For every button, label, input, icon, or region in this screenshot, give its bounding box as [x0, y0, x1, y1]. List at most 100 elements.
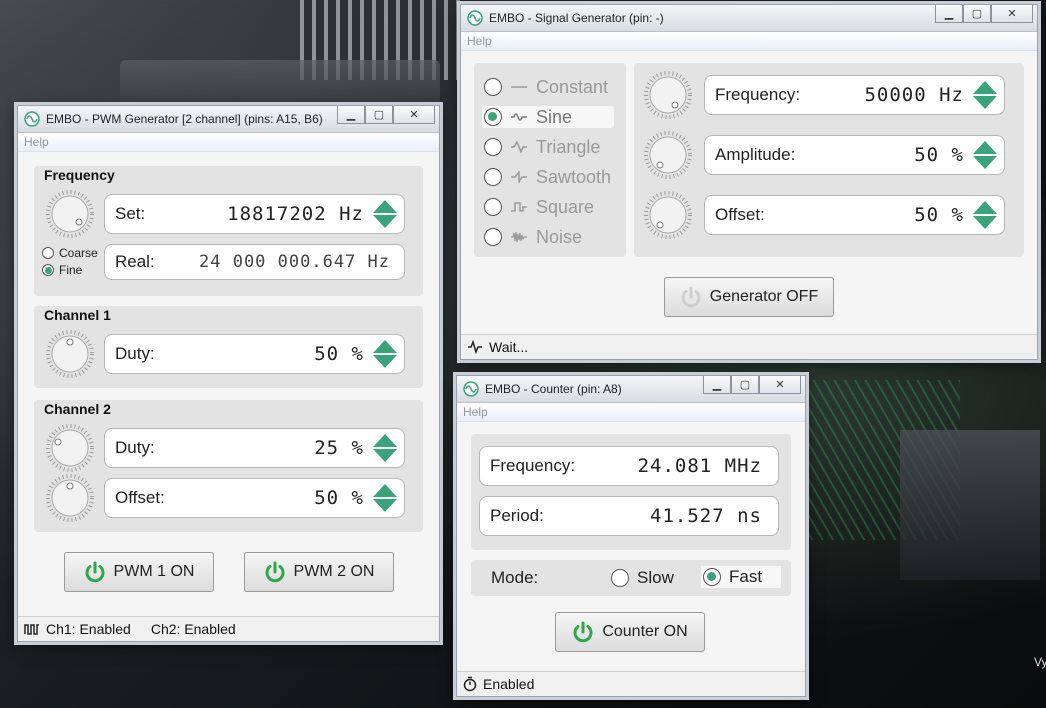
coarse-option[interactable]: Coarse — [42, 246, 98, 260]
counter-titlebar[interactable]: EMBO - Counter (pin: A8) ▁ ▢ ✕ — [457, 376, 805, 403]
amplitude-knob[interactable] — [640, 131, 696, 179]
ch2-offset-spin-buttons[interactable] — [372, 481, 398, 515]
radio-noise[interactable] — [484, 228, 502, 246]
ch2-duty-field[interactable]: Duty: 25 % — [104, 428, 405, 468]
spin-up-icon[interactable] — [373, 434, 397, 447]
slow-label: Slow — [637, 568, 674, 587]
counter-window: EMBO - Counter (pin: A8) ▁ ▢ ✕ Help Freq… — [456, 375, 806, 697]
amplitude-spin-buttons[interactable] — [972, 138, 998, 172]
offset-field[interactable]: Offset: 50 % — [704, 195, 1005, 235]
ch1-duty-field[interactable]: Duty: 50 % — [104, 334, 405, 374]
counter-frequency-value: 24.081 MHz — [637, 455, 762, 477]
ch1-spin-buttons[interactable] — [372, 337, 398, 371]
signal-generator-window: EMBO - Signal Generator (pin: -) ▁ ▢ ✕ H… — [460, 4, 1038, 360]
set-frequency-field[interactable]: Set: 18817202 Hz — [104, 194, 405, 234]
spin-down-icon[interactable] — [373, 215, 397, 228]
desktop-decoration — [300, 0, 460, 80]
counter-toggle-button[interactable]: Counter ON — [555, 612, 705, 652]
radio-triangle[interactable] — [484, 138, 502, 156]
spin-down-icon[interactable] — [973, 96, 997, 109]
spin-up-icon[interactable] — [373, 200, 397, 213]
mode-option-slow[interactable]: Slow — [611, 568, 674, 588]
minimize-icon[interactable]: ▁ — [337, 106, 365, 124]
maximize-icon[interactable]: ▢ — [963, 5, 991, 23]
set-spin-buttons[interactable] — [372, 197, 398, 231]
generator-toggle-button[interactable]: Generator OFF — [664, 277, 834, 317]
spin-down-icon[interactable] — [373, 449, 397, 462]
ch2-offset-knob[interactable] — [42, 474, 98, 522]
pwm2-toggle-button[interactable]: PWM 2 ON — [244, 552, 394, 592]
radio-constant[interactable] — [484, 78, 502, 96]
maximize-icon[interactable]: ▢ — [731, 376, 759, 394]
amplitude-field[interactable]: Amplitude: 50 % — [704, 135, 1005, 175]
set-value[interactable]: 18817202 Hz — [227, 203, 372, 225]
radio-square[interactable] — [484, 198, 502, 216]
frequency-knob[interactable] — [42, 190, 98, 238]
mode-group: Mode: Slow Fast — [471, 560, 791, 596]
ch2-duty-value[interactable]: 25 % — [314, 437, 372, 459]
counter-readout-group: Frequency: 24.081 MHz Period: 41.527 ns — [471, 434, 791, 550]
menu-help[interactable]: Help — [461, 32, 1037, 51]
ch2-offset-field[interactable]: Offset: 50 % — [104, 478, 405, 518]
spin-down-icon[interactable] — [373, 499, 397, 512]
offset-knob[interactable] — [640, 191, 696, 239]
ch2-duty-knob[interactable] — [42, 424, 98, 472]
waveform-option-triangle[interactable]: Triangle — [484, 135, 600, 159]
ch2-duty-spin-buttons[interactable] — [372, 431, 398, 465]
close-icon[interactable]: ✕ — [393, 106, 435, 124]
coarse-label: Coarse — [59, 246, 98, 260]
sig-titlebar[interactable]: EMBO - Signal Generator (pin: -) ▁ ▢ ✕ — [461, 5, 1037, 32]
waveform-option-noise[interactable]: Noise — [484, 225, 582, 249]
spin-up-icon[interactable] — [973, 81, 997, 94]
constant-wave-icon — [511, 86, 527, 88]
minimize-icon[interactable]: ▁ — [703, 376, 731, 394]
spin-up-icon[interactable] — [373, 340, 397, 353]
ch1-duty-value[interactable]: 50 % — [314, 343, 372, 365]
waveform-option-sine[interactable]: Sine — [484, 105, 572, 129]
minimize-icon[interactable]: ▁ — [935, 5, 963, 23]
spin-down-icon[interactable] — [973, 216, 997, 229]
amplitude-value[interactable]: 50 % — [914, 144, 972, 166]
offset-value[interactable]: 50 % — [914, 204, 972, 226]
spin-up-icon[interactable] — [373, 484, 397, 497]
ch2-offset-value[interactable]: 50 % — [314, 487, 372, 509]
mode-option-fast[interactable]: Fast — [701, 566, 781, 588]
pwm-wave-icon — [24, 624, 39, 635]
menu-help[interactable]: Help — [457, 403, 805, 422]
fine-option[interactable]: Fine — [42, 263, 82, 277]
spin-down-icon[interactable] — [973, 156, 997, 169]
ch1-duty-knob[interactable] — [42, 330, 98, 378]
radio-fast[interactable] — [703, 568, 721, 586]
coarse-radio[interactable] — [42, 247, 54, 259]
window-title: EMBO - PWM Generator [2 channel] (pins: … — [46, 112, 323, 126]
radio-sawtooth[interactable] — [484, 168, 502, 186]
frequency-value[interactable]: 50000 Hz — [864, 84, 972, 106]
offset-label: Offset: — [715, 205, 765, 224]
waveform-option-square[interactable]: Square — [484, 195, 594, 219]
close-icon[interactable]: ✕ — [991, 5, 1033, 23]
fine-radio[interactable] — [42, 264, 54, 276]
frequency-label: Frequency: — [715, 85, 801, 104]
spin-down-icon[interactable] — [373, 355, 397, 368]
window-title: EMBO - Signal Generator (pin: -) — [489, 11, 664, 25]
real-label: Real: — [115, 252, 155, 271]
pwm1-button-label: PWM 1 ON — [113, 563, 195, 580]
waveform-label: Constant — [536, 76, 609, 97]
radio-sine[interactable] — [484, 108, 502, 126]
menu-help[interactable]: Help — [18, 133, 439, 152]
close-icon[interactable]: ✕ — [759, 376, 801, 394]
real-frequency-field: Real: 24 000 000.647 Hz — [104, 244, 405, 280]
signal-frequency-field[interactable]: Frequency: 50000 Hz — [704, 75, 1005, 115]
spin-up-icon[interactable] — [973, 141, 997, 154]
frequency-knob[interactable] — [640, 71, 696, 119]
radio-slow[interactable] — [611, 569, 629, 587]
waveform-option-constant[interactable]: Constant — [484, 75, 608, 99]
waveform-option-sawtooth[interactable]: Sawtooth — [484, 165, 611, 189]
ch2-offset-label: Offset: — [115, 488, 165, 507]
pwm-titlebar[interactable]: EMBO - PWM Generator [2 channel] (pins: … — [18, 106, 439, 133]
frequency-spin-buttons[interactable] — [972, 78, 998, 112]
maximize-icon[interactable]: ▢ — [365, 106, 393, 124]
offset-spin-buttons[interactable] — [972, 198, 998, 232]
spin-up-icon[interactable] — [973, 201, 997, 214]
pwm1-toggle-button[interactable]: PWM 1 ON — [64, 552, 214, 592]
